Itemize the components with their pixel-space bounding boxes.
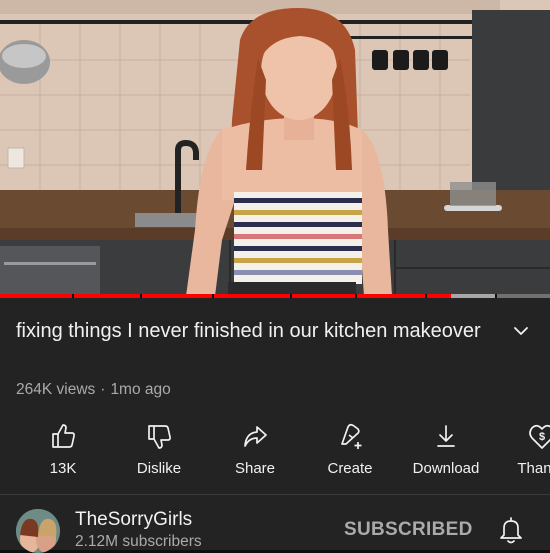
create-sparkle-icon <box>341 423 362 449</box>
channel-name[interactable]: TheSorryGirls <box>75 509 192 531</box>
video-player[interactable] <box>0 0 550 296</box>
like-button[interactable]: 13K <box>18 418 108 484</box>
download-icon <box>437 425 455 447</box>
download-button[interactable]: Download <box>401 418 491 484</box>
bell-icon <box>500 517 522 544</box>
thumbs-up-icon <box>52 424 75 448</box>
video-title[interactable]: fixing things I never finished in our ki… <box>16 316 486 346</box>
video-info-panel: fixing things I never finished in our ki… <box>0 298 550 553</box>
meta-separator: · <box>100 381 106 398</box>
upload-age: 1mo ago <box>110 381 171 398</box>
dislike-label: Dislike <box>136 460 182 477</box>
thumbs-down-icon <box>148 425 171 449</box>
subscriber-count: 2.12M subscribers <box>75 533 202 550</box>
like-count: 13K <box>49 460 77 477</box>
svg-text:$: $ <box>539 431 545 443</box>
dislike-button[interactable]: Dislike <box>114 418 204 484</box>
create-label: Create <box>327 460 373 477</box>
thanks-button[interactable]: $ Thanks <box>497 418 550 484</box>
subscribed-button[interactable]: SUBSCRIBED <box>344 519 473 541</box>
channel-row[interactable]: TheSorryGirls 2.12M subscribers SUBSCRIB… <box>0 495 550 553</box>
share-icon <box>244 426 267 447</box>
expand-description-button[interactable] <box>510 320 532 342</box>
avatar-image <box>16 509 60 553</box>
create-button[interactable]: Create <box>305 418 395 484</box>
download-label: Download <box>412 460 480 477</box>
video-meta: 264K views · 1mo ago <box>16 381 171 399</box>
video-frame-image <box>0 0 550 296</box>
notification-bell-button[interactable] <box>498 515 524 545</box>
view-count: 264K views <box>16 381 96 398</box>
chevron-down-icon <box>514 327 528 335</box>
action-bar: 13K Dislike Share Create Download $ Than <box>0 418 550 484</box>
thanks-icon: $ <box>529 424 550 449</box>
channel-avatar[interactable] <box>16 509 60 553</box>
thanks-label: Thanks <box>517 460 550 477</box>
share-label: Share <box>234 460 276 477</box>
share-button[interactable]: Share <box>210 418 300 484</box>
